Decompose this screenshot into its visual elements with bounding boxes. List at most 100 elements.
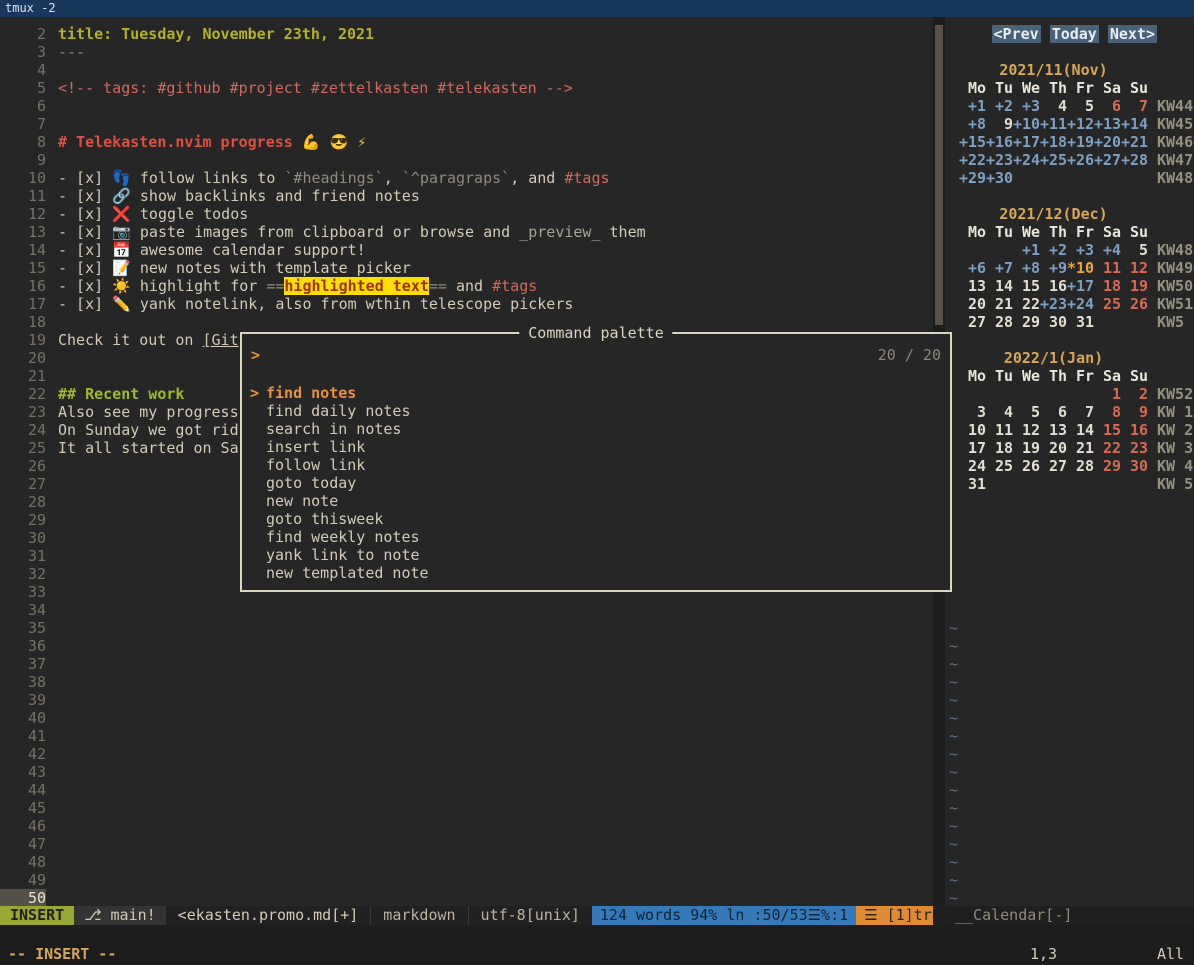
calendar-day[interactable]: 22	[1013, 295, 1040, 313]
command-palette-input[interactable]: > 20 / 20	[242, 340, 950, 370]
calendar-day[interactable]: 7	[1121, 97, 1148, 115]
calendar-day[interactable]: +4	[1094, 241, 1121, 259]
calendar-day[interactable]: 31	[1067, 313, 1094, 331]
editor-line[interactable]: 50	[0, 889, 933, 906]
palette-item[interactable]: goto today	[242, 474, 950, 492]
calendar-day[interactable]: 23	[1121, 439, 1148, 457]
calendar-day[interactable]: 4	[986, 403, 1013, 421]
editor-line[interactable]: 37	[0, 655, 933, 673]
calendar-day[interactable]: 15	[1013, 277, 1040, 295]
calendar-day[interactable]: 30	[1121, 457, 1148, 475]
calendar-day[interactable]: 9	[986, 115, 1013, 133]
editor-line[interactable]: 2title: Tuesday, November 23th, 2021	[0, 25, 933, 43]
calendar-day[interactable]: 28	[986, 313, 1013, 331]
calendar-day[interactable]: 21	[1067, 439, 1094, 457]
calendar-day[interactable]: +23	[1040, 295, 1067, 313]
editor-line[interactable]: 9	[0, 151, 933, 169]
calendar-day[interactable]: +26	[1067, 151, 1094, 169]
calendar-day[interactable]: 3	[959, 403, 986, 421]
palette-item[interactable]: goto thisweek	[242, 510, 950, 528]
calendar-day[interactable]: 4	[1040, 97, 1067, 115]
editor-line[interactable]: 36	[0, 637, 933, 655]
calendar-day[interactable]: +17	[1013, 133, 1040, 151]
calendar-day[interactable]: 22	[1094, 439, 1121, 457]
editor-line[interactable]: 34	[0, 601, 933, 619]
palette-item[interactable]: find daily notes	[242, 402, 950, 420]
calendar-day[interactable]: 17	[959, 439, 986, 457]
calendar-day[interactable]: 15	[1094, 421, 1121, 439]
calendar-day[interactable]: +1	[959, 97, 986, 115]
calendar-day[interactable]: 11	[986, 421, 1013, 439]
editor-line[interactable]: 39	[0, 691, 933, 709]
calendar-day[interactable]: 7	[1067, 403, 1094, 421]
calendar-day[interactable]: 24	[959, 457, 986, 475]
calendar-day[interactable]: +8	[959, 115, 986, 133]
calendar-day[interactable]: 5	[1013, 403, 1040, 421]
editor-line[interactable]: 15- [x] 📝 new notes with template picker	[0, 259, 933, 277]
calendar-day[interactable]: +16	[986, 133, 1013, 151]
calendar-day[interactable]: +28	[1121, 151, 1148, 169]
editor-line[interactable]: 47	[0, 835, 933, 853]
calendar-day[interactable]: +22	[959, 151, 986, 169]
calendar-day[interactable]: 12	[1121, 259, 1148, 277]
calendar-day[interactable]: +9	[1040, 259, 1067, 277]
editor-line[interactable]: 12- [x] ❌ toggle todos	[0, 205, 933, 223]
palette-item[interactable]: follow link	[242, 456, 950, 474]
calendar-day[interactable]: 27	[1040, 457, 1067, 475]
editor-line[interactable]: 14- [x] 📅 awesome calendar support!	[0, 241, 933, 259]
calendar-day[interactable]: +15	[959, 133, 986, 151]
calendar-day[interactable]: +24	[1067, 295, 1094, 313]
editor-line[interactable]: 44	[0, 781, 933, 799]
editor-line[interactable]: 18	[0, 313, 933, 331]
editor-line[interactable]: 7	[0, 115, 933, 133]
calendar-pane[interactable]: <Prev Today Next> 2021/11(Nov)MoTuWeThFr…	[945, 17, 1194, 906]
editor-line[interactable]: 16- [x] ☀️ highlight for ==highlighted t…	[0, 277, 933, 295]
calendar-day[interactable]: +30	[986, 169, 1013, 187]
calendar-day[interactable]: 16	[1040, 277, 1067, 295]
editor-line[interactable]: 4	[0, 61, 933, 79]
calendar-day[interactable]: 5	[1121, 241, 1148, 259]
calendar-day[interactable]: 26	[1013, 457, 1040, 475]
calendar-day[interactable]: 2	[1121, 385, 1148, 403]
calendar-day[interactable]: +13	[1094, 115, 1121, 133]
calendar-day[interactable]: +29	[959, 169, 986, 187]
editor-line[interactable]: 43	[0, 763, 933, 781]
editor-line[interactable]: 40	[0, 709, 933, 727]
calendar-day[interactable]: 5	[1067, 97, 1094, 115]
palette-item[interactable]: yank link to note	[242, 546, 950, 564]
calendar-day[interactable]: 10	[959, 421, 986, 439]
editor-line[interactable]: 45	[0, 799, 933, 817]
editor-line[interactable]: 41	[0, 727, 933, 745]
editor-line[interactable]: 38	[0, 673, 933, 691]
calendar-day[interactable]: 25	[986, 457, 1013, 475]
calendar-day[interactable]: 13	[959, 277, 986, 295]
calendar-day[interactable]: +3	[1013, 97, 1040, 115]
calendar-day[interactable]: *10	[1067, 259, 1094, 277]
calendar-day[interactable]: 13	[1040, 421, 1067, 439]
editor-line[interactable]: 5<!-- tags: #github #project #zettelkast…	[0, 79, 933, 97]
editor-line[interactable]: 11- [x] 🔗 show backlinks and friend note…	[0, 187, 933, 205]
scrollbar-thumb[interactable]	[935, 25, 943, 325]
editor-line[interactable]: 8# Telekasten.nvim progress 💪 😎 ⚡	[0, 133, 933, 151]
calendar-day[interactable]: 28	[1067, 457, 1094, 475]
calendar-day[interactable]: 16	[1121, 421, 1148, 439]
calendar-day[interactable]: 8	[1094, 403, 1121, 421]
calendar-day[interactable]: +14	[1121, 115, 1148, 133]
editor-line[interactable]: 3---	[0, 43, 933, 61]
calendar-day[interactable]: 14	[1067, 421, 1094, 439]
calendar-day[interactable]: +23	[986, 151, 1013, 169]
editor-line[interactable]: 10- [x] 👣 follow links to `#headings`, `…	[0, 169, 933, 187]
calendar-day[interactable]: 25	[1094, 295, 1121, 313]
calendar-day[interactable]: +11	[1040, 115, 1067, 133]
editor-line[interactable]: 17- [x] ✏️ yank notelink, also from wthi…	[0, 295, 933, 313]
calendar-day[interactable]: 19	[1121, 277, 1148, 295]
calendar-day[interactable]: 27	[959, 313, 986, 331]
calendar-day[interactable]: +27	[1094, 151, 1121, 169]
calendar-day[interactable]: +24	[1013, 151, 1040, 169]
palette-item[interactable]: new note	[242, 492, 950, 510]
editor-line[interactable]: 46	[0, 817, 933, 835]
calendar-day[interactable]: 18	[986, 439, 1013, 457]
editor-line[interactable]: 42	[0, 745, 933, 763]
calendar-day[interactable]: +2	[1040, 241, 1067, 259]
calendar-day[interactable]: 12	[1013, 421, 1040, 439]
